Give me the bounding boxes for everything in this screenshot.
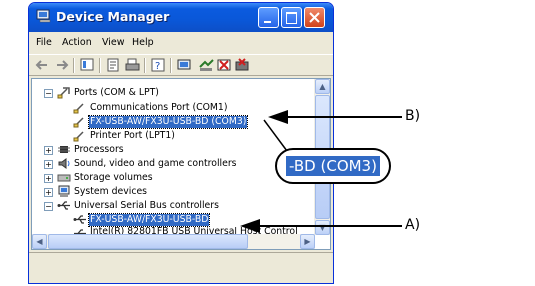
annotation-a-label: A)	[405, 217, 421, 233]
callout-text: -BD (COM3)	[286, 156, 380, 176]
zoom-callout: -BD (COM3)	[275, 148, 391, 184]
annotation-b-label: B)	[405, 108, 421, 124]
arrow-a-head	[240, 219, 260, 233]
annotation-arrows	[240, 110, 402, 233]
arrow-b-head	[268, 110, 288, 124]
callout-leader-line	[263, 119, 288, 152]
